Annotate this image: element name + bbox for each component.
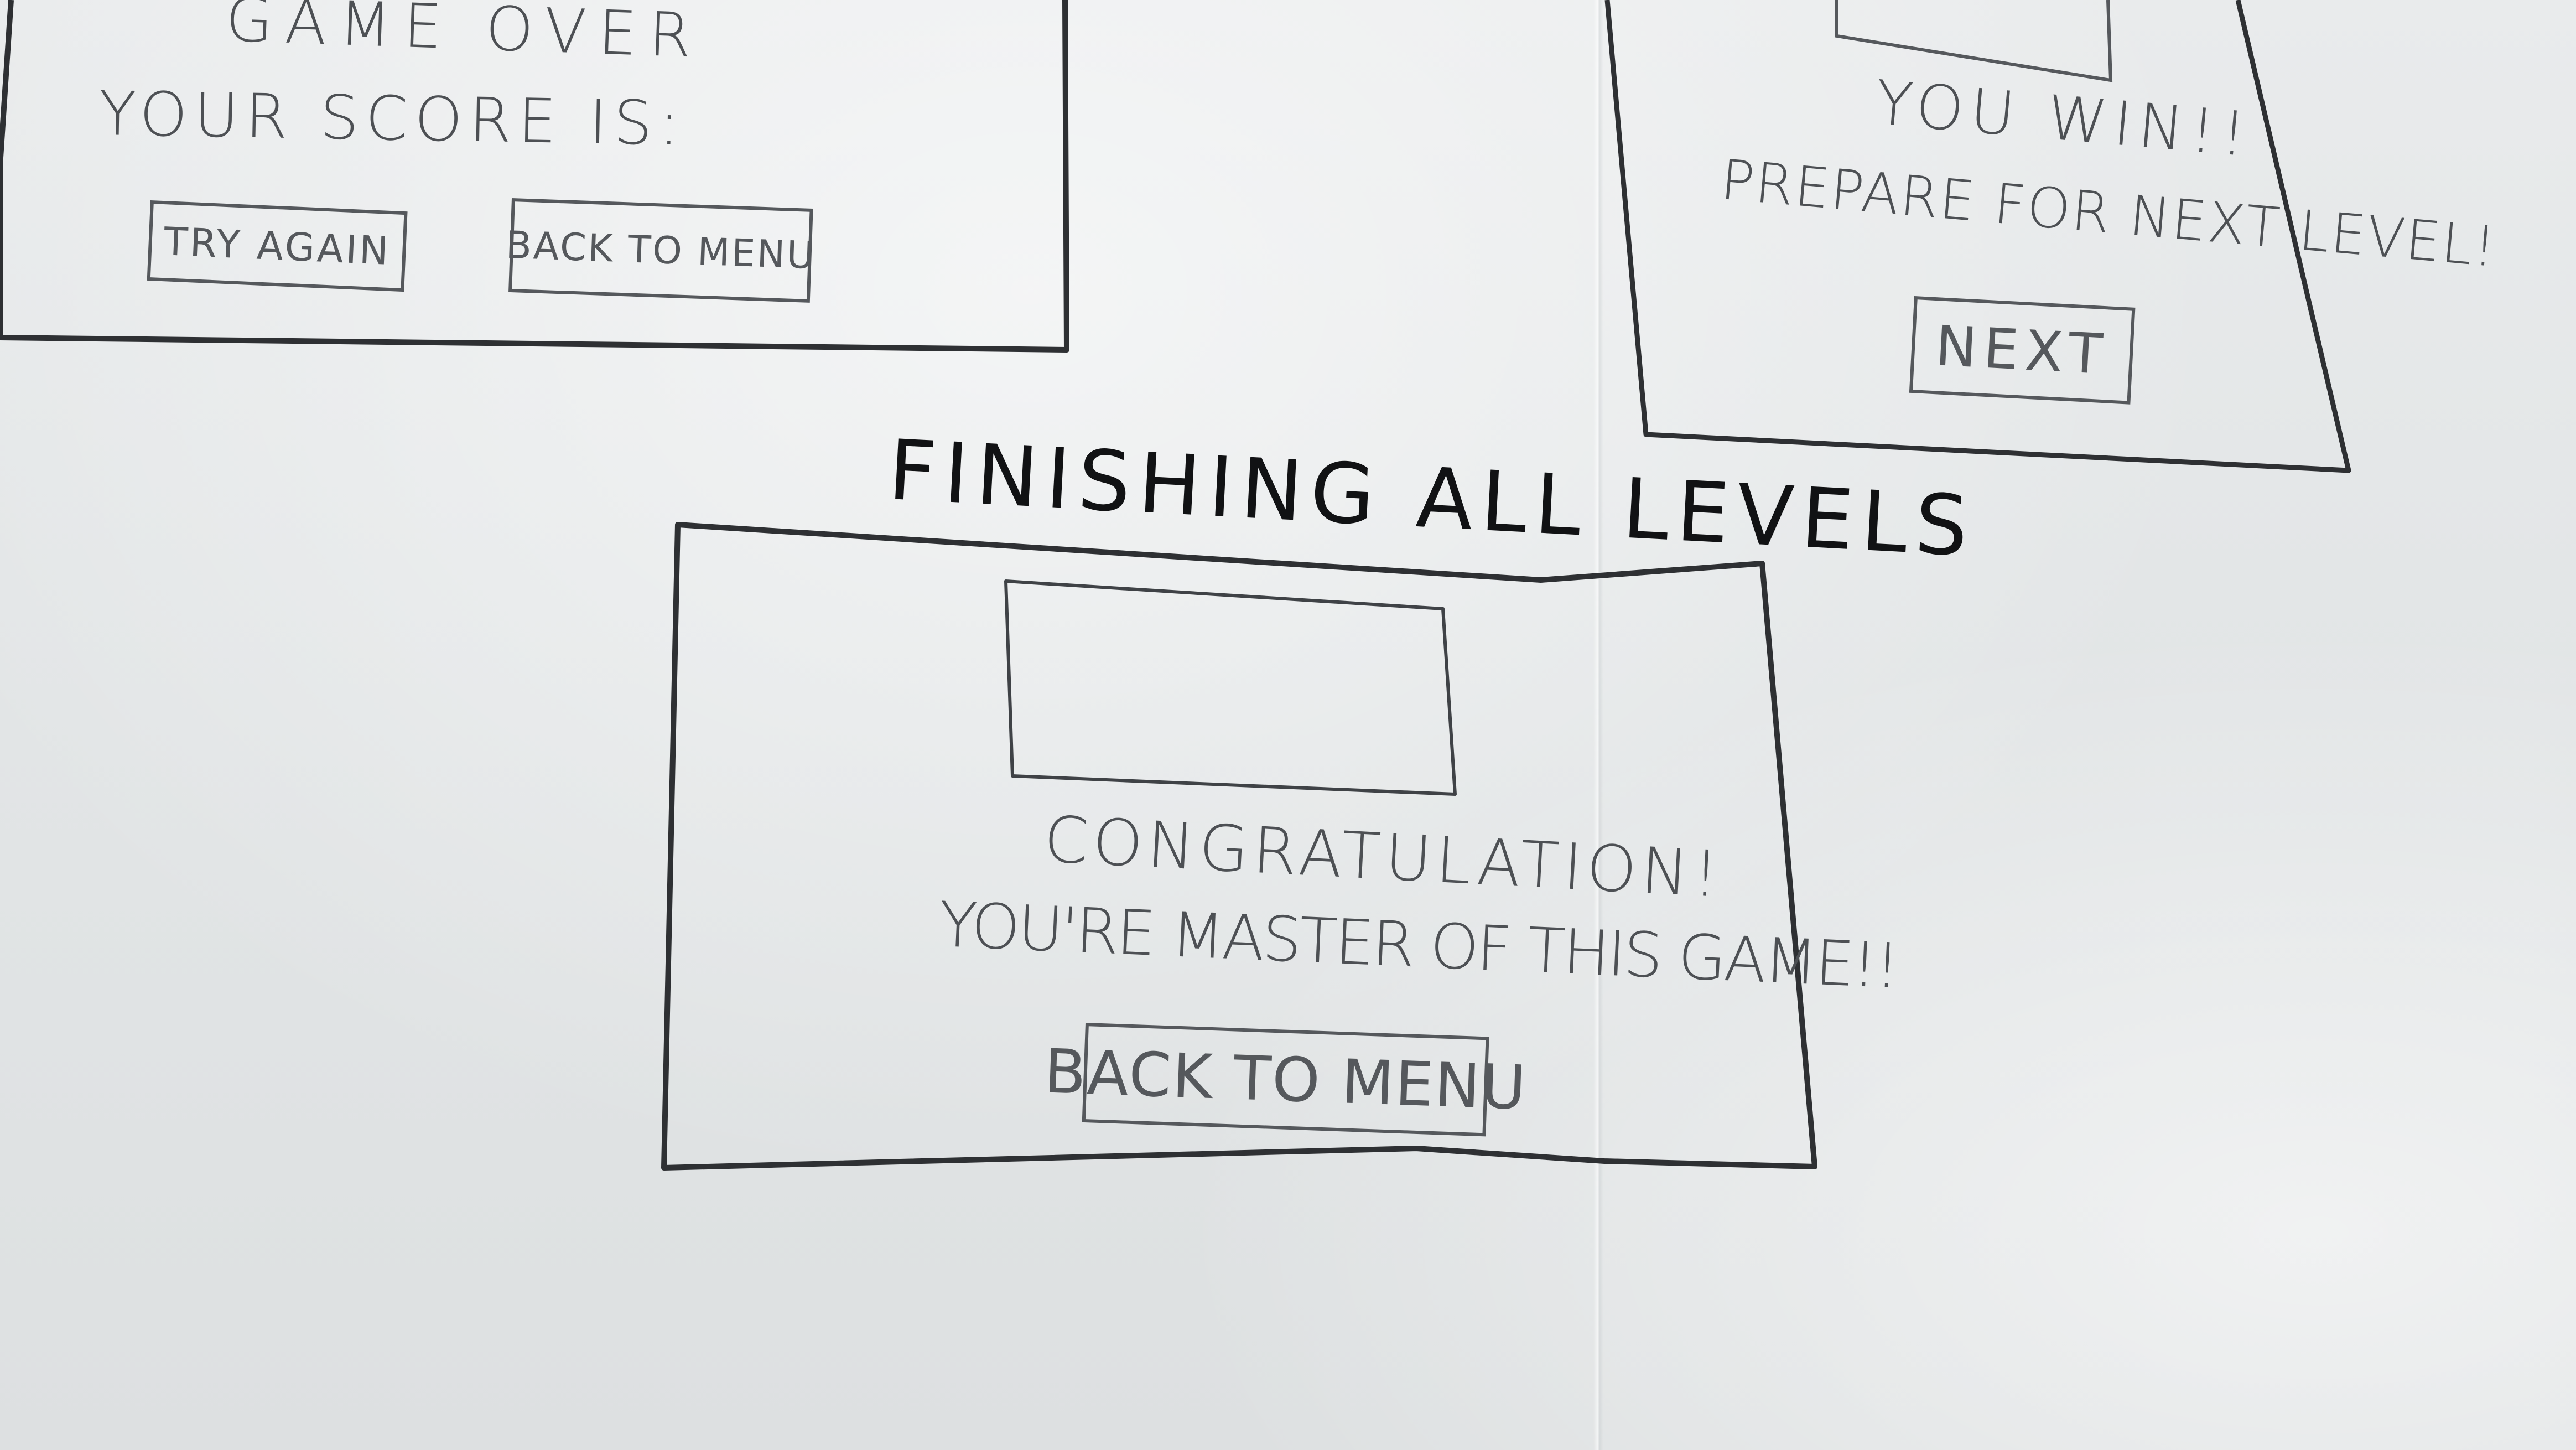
sketch-paper: GAME OVER YOUR SCORE IS: TRY AGAIN BACK … [0,0,2576,1450]
score-label: YOUR SCORE IS: [98,78,687,159]
game-over-back-to-menu-button[interactable]: BACK TO MENU [505,198,817,303]
try-again-button[interactable]: TRY AGAIN [147,200,408,292]
game-over-heading: GAME OVER [224,0,705,72]
finish-back-to-menu-button[interactable]: BACK TO MENU [1043,1023,1528,1137]
finish-image-placeholder [1004,579,1457,796]
next-button[interactable]: NEXT [1909,296,2136,405]
win-image-placeholder [1835,0,2113,82]
